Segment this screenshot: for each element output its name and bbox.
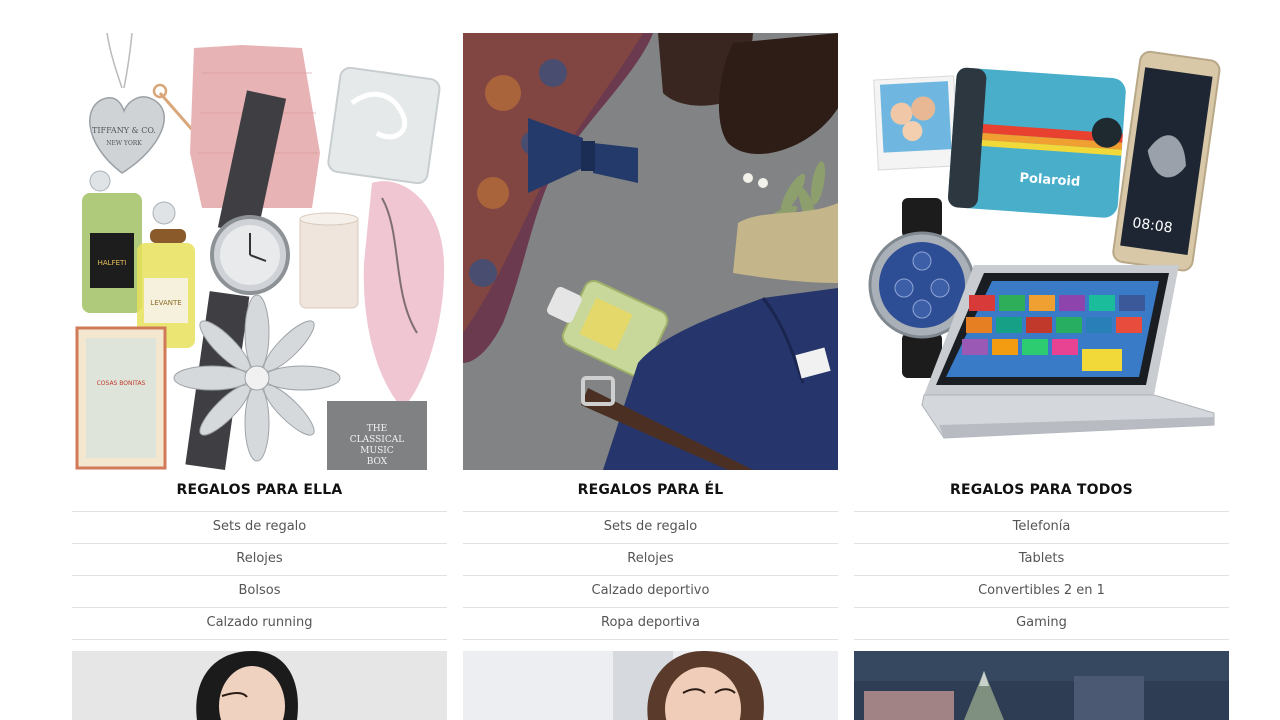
category-him: REGALOS PARA ÉL Sets de regalo Relojes C… [463, 33, 838, 640]
svg-text:CLASSICAL: CLASSICAL [350, 435, 404, 445]
category-links-her: Sets de regalo Relojes Bolsos Calzado ru… [72, 512, 447, 640]
tech-gifts-illustration: Polaroid 08:08 [854, 33, 1229, 470]
category-links-all: Telefonía Tablets Convertibles 2 en 1 Ga… [854, 512, 1229, 640]
category-title-him[interactable]: REGALOS PARA ÉL [463, 470, 838, 512]
svg-text:NEW YORK: NEW YORK [106, 140, 142, 147]
link-her-relojes[interactable]: Relojes [72, 544, 447, 576]
link-all-gaming[interactable]: Gaming [854, 608, 1229, 640]
promo-tile-winter-scene[interactable] [854, 651, 1229, 720]
her-gifts-illustration: TIFFANY & CO. NEW YORK HALFETI LEVANTE C… [72, 33, 447, 470]
him-gifts-illustration [463, 33, 838, 470]
link-him-calzado-deportivo[interactable]: Calzado deportivo [463, 576, 838, 608]
link-all-telefonia[interactable]: Telefonía [854, 512, 1229, 544]
svg-text:MUSIC: MUSIC [360, 446, 394, 456]
svg-text:COSAS BONITAS: COSAS BONITAS [97, 380, 146, 387]
category-title-all[interactable]: REGALOS PARA TODOS [854, 470, 1229, 512]
category-all: Polaroid 08:08 REGALOS PARA TODOS Telefo… [854, 33, 1229, 640]
link-her-sets[interactable]: Sets de regalo [72, 512, 447, 544]
link-him-sets[interactable]: Sets de regalo [463, 512, 838, 544]
category-links-him: Sets de regalo Relojes Calzado deportivo… [463, 512, 838, 640]
gift-guide-page: TIFFANY & CO. NEW YORK HALFETI LEVANTE C… [0, 0, 1280, 720]
link-all-convertibles[interactable]: Convertibles 2 en 1 [854, 576, 1229, 608]
woman-smiling-image [463, 651, 838, 720]
link-him-relojes[interactable]: Relojes [463, 544, 838, 576]
link-all-tablets[interactable]: Tablets [854, 544, 1229, 576]
category-title-her[interactable]: REGALOS PARA ELLA [72, 470, 447, 512]
svg-text:TIFFANY & CO.: TIFFANY & CO. [92, 126, 156, 135]
svg-text:THE: THE [367, 424, 387, 434]
woman-portrait-image [72, 651, 447, 720]
promo-tile-woman-portrait[interactable] [72, 651, 447, 720]
link-him-ropa-deportiva[interactable]: Ropa deportiva [463, 608, 838, 640]
promo-tile-woman-smiling[interactable] [463, 651, 838, 720]
svg-text:LEVANTE: LEVANTE [150, 299, 181, 307]
svg-text:HALFETI: HALFETI [98, 259, 127, 267]
svg-text:BOX: BOX [367, 457, 388, 467]
link-her-calzado-running[interactable]: Calzado running [72, 608, 447, 640]
link-her-bolsos[interactable]: Bolsos [72, 576, 447, 608]
category-her: TIFFANY & CO. NEW YORK HALFETI LEVANTE C… [72, 33, 447, 640]
category-all-image[interactable]: Polaroid 08:08 [854, 33, 1229, 470]
category-him-image[interactable] [463, 33, 838, 470]
category-her-image[interactable]: TIFFANY & CO. NEW YORK HALFETI LEVANTE C… [72, 33, 447, 470]
winter-scene-image [854, 651, 1229, 720]
